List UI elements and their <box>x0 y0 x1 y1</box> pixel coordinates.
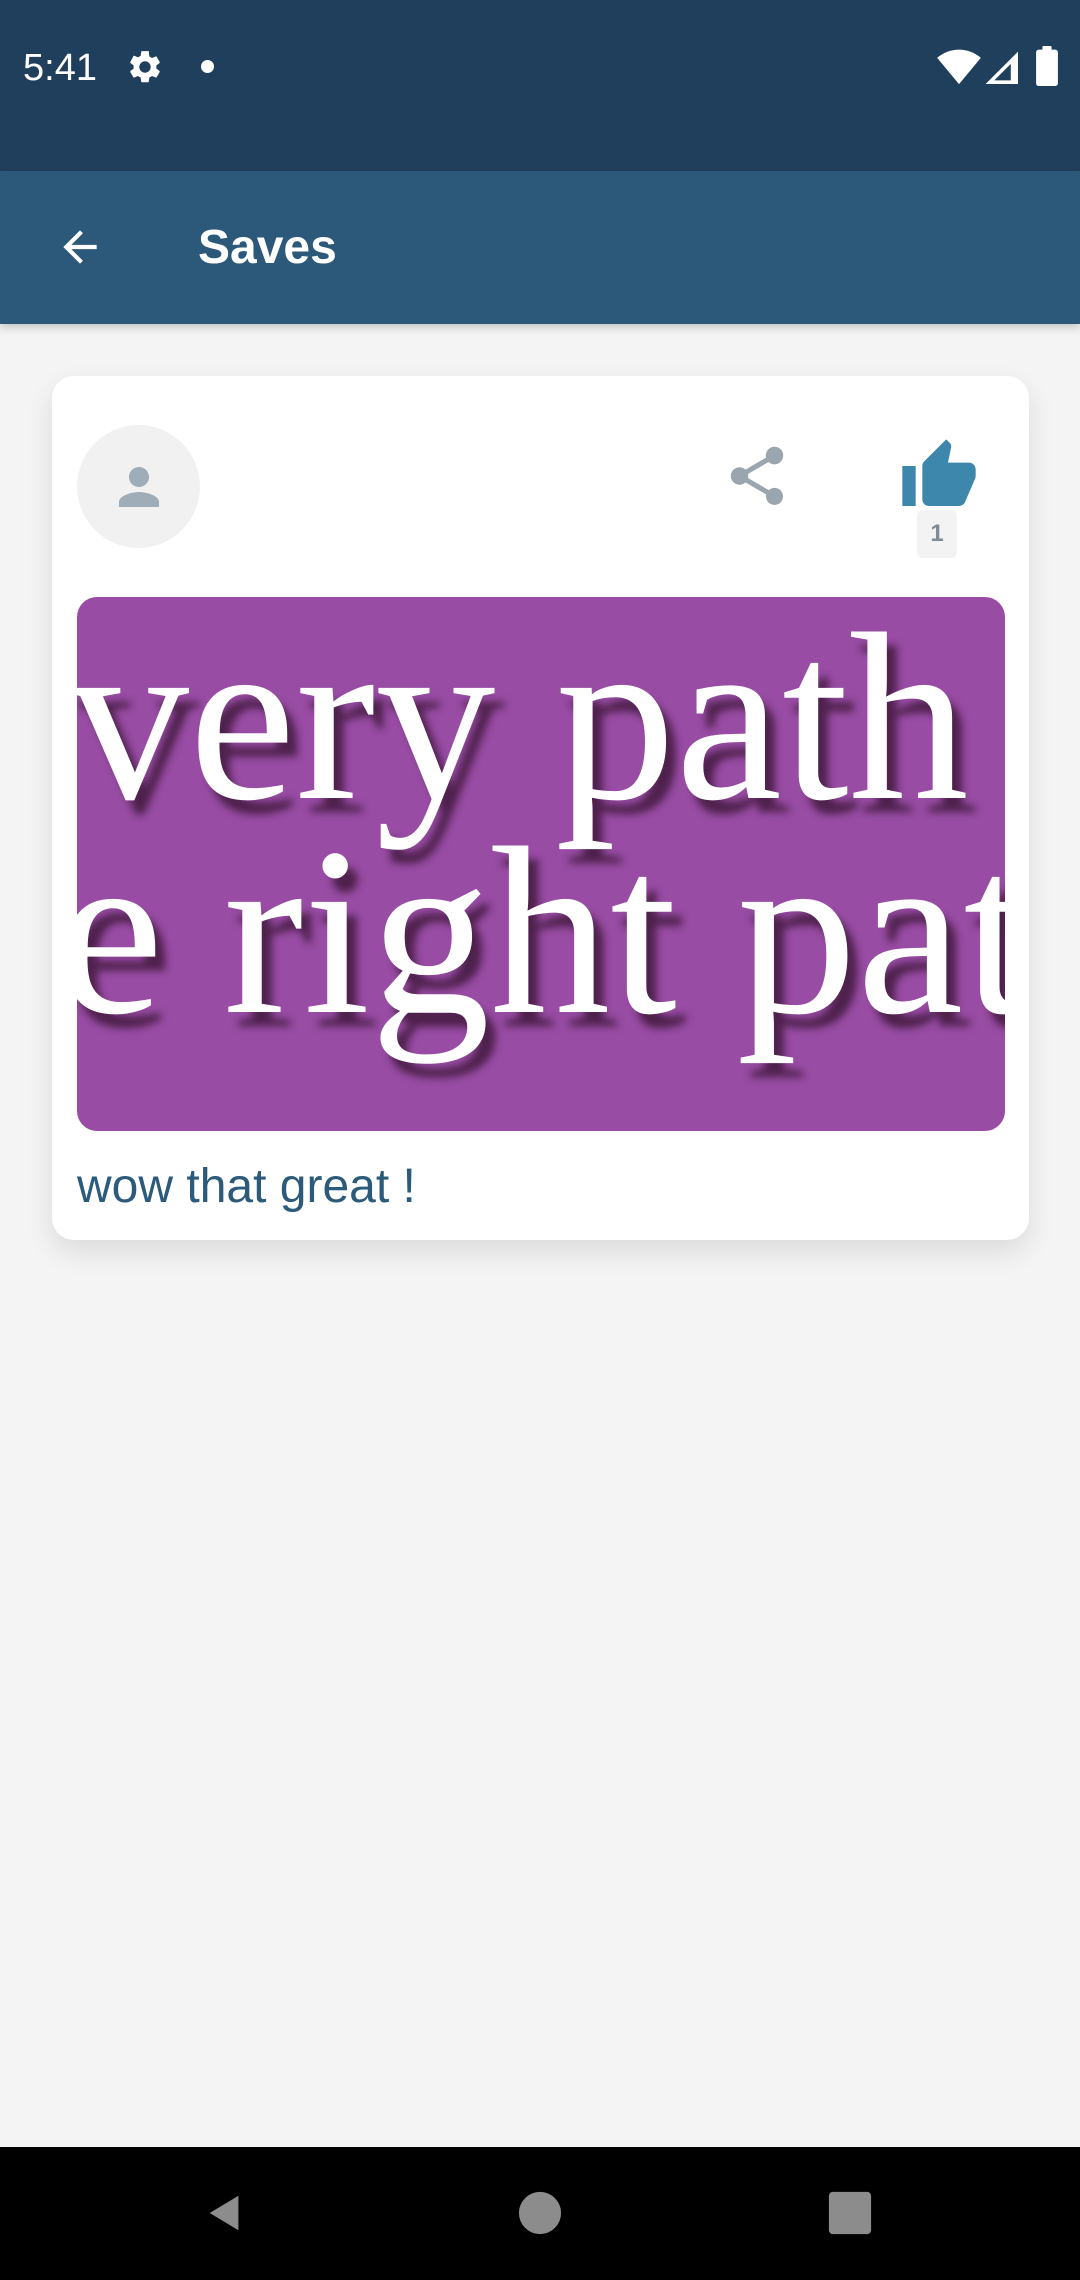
person-icon <box>118 466 159 507</box>
share-icon <box>730 446 784 505</box>
back-triangle-icon <box>209 2195 239 2231</box>
system-nav-bar <box>0 2147 1080 2280</box>
back-button[interactable] <box>40 207 120 287</box>
notification-dot-icon <box>201 60 214 73</box>
nav-home-button[interactable] <box>492 2165 588 2261</box>
battery-icon <box>1036 46 1058 86</box>
recents-square-icon <box>828 2191 872 2235</box>
avatar[interactable] <box>77 425 200 548</box>
saved-post-card[interactable]: 1 very path e right pat wow that great ! <box>52 376 1029 1240</box>
wifi-icon <box>937 49 981 85</box>
page-title: Saves <box>198 221 337 274</box>
home-circle-icon <box>518 2191 562 2235</box>
status-bar: 5:41 <box>0 0 1080 171</box>
nav-back-button[interactable] <box>177 2165 273 2261</box>
nav-recents-button[interactable] <box>802 2165 898 2261</box>
post-caption: wow that great ! <box>77 1160 416 1213</box>
share-button[interactable] <box>712 431 802 521</box>
settings-icon <box>130 51 160 83</box>
app-bar: Saves <box>0 171 1080 324</box>
signal-icon <box>985 51 1018 84</box>
arrow-back-icon <box>63 230 97 264</box>
thumbs-up-icon <box>902 439 976 506</box>
status-time: 5:41 <box>23 47 97 89</box>
image-text-line-2: e right pat <box>77 798 1005 1064</box>
like-count: 1 <box>917 510 957 558</box>
like-button[interactable] <box>894 431 984 521</box>
post-image[interactable]: very path e right pat <box>77 597 1005 1131</box>
